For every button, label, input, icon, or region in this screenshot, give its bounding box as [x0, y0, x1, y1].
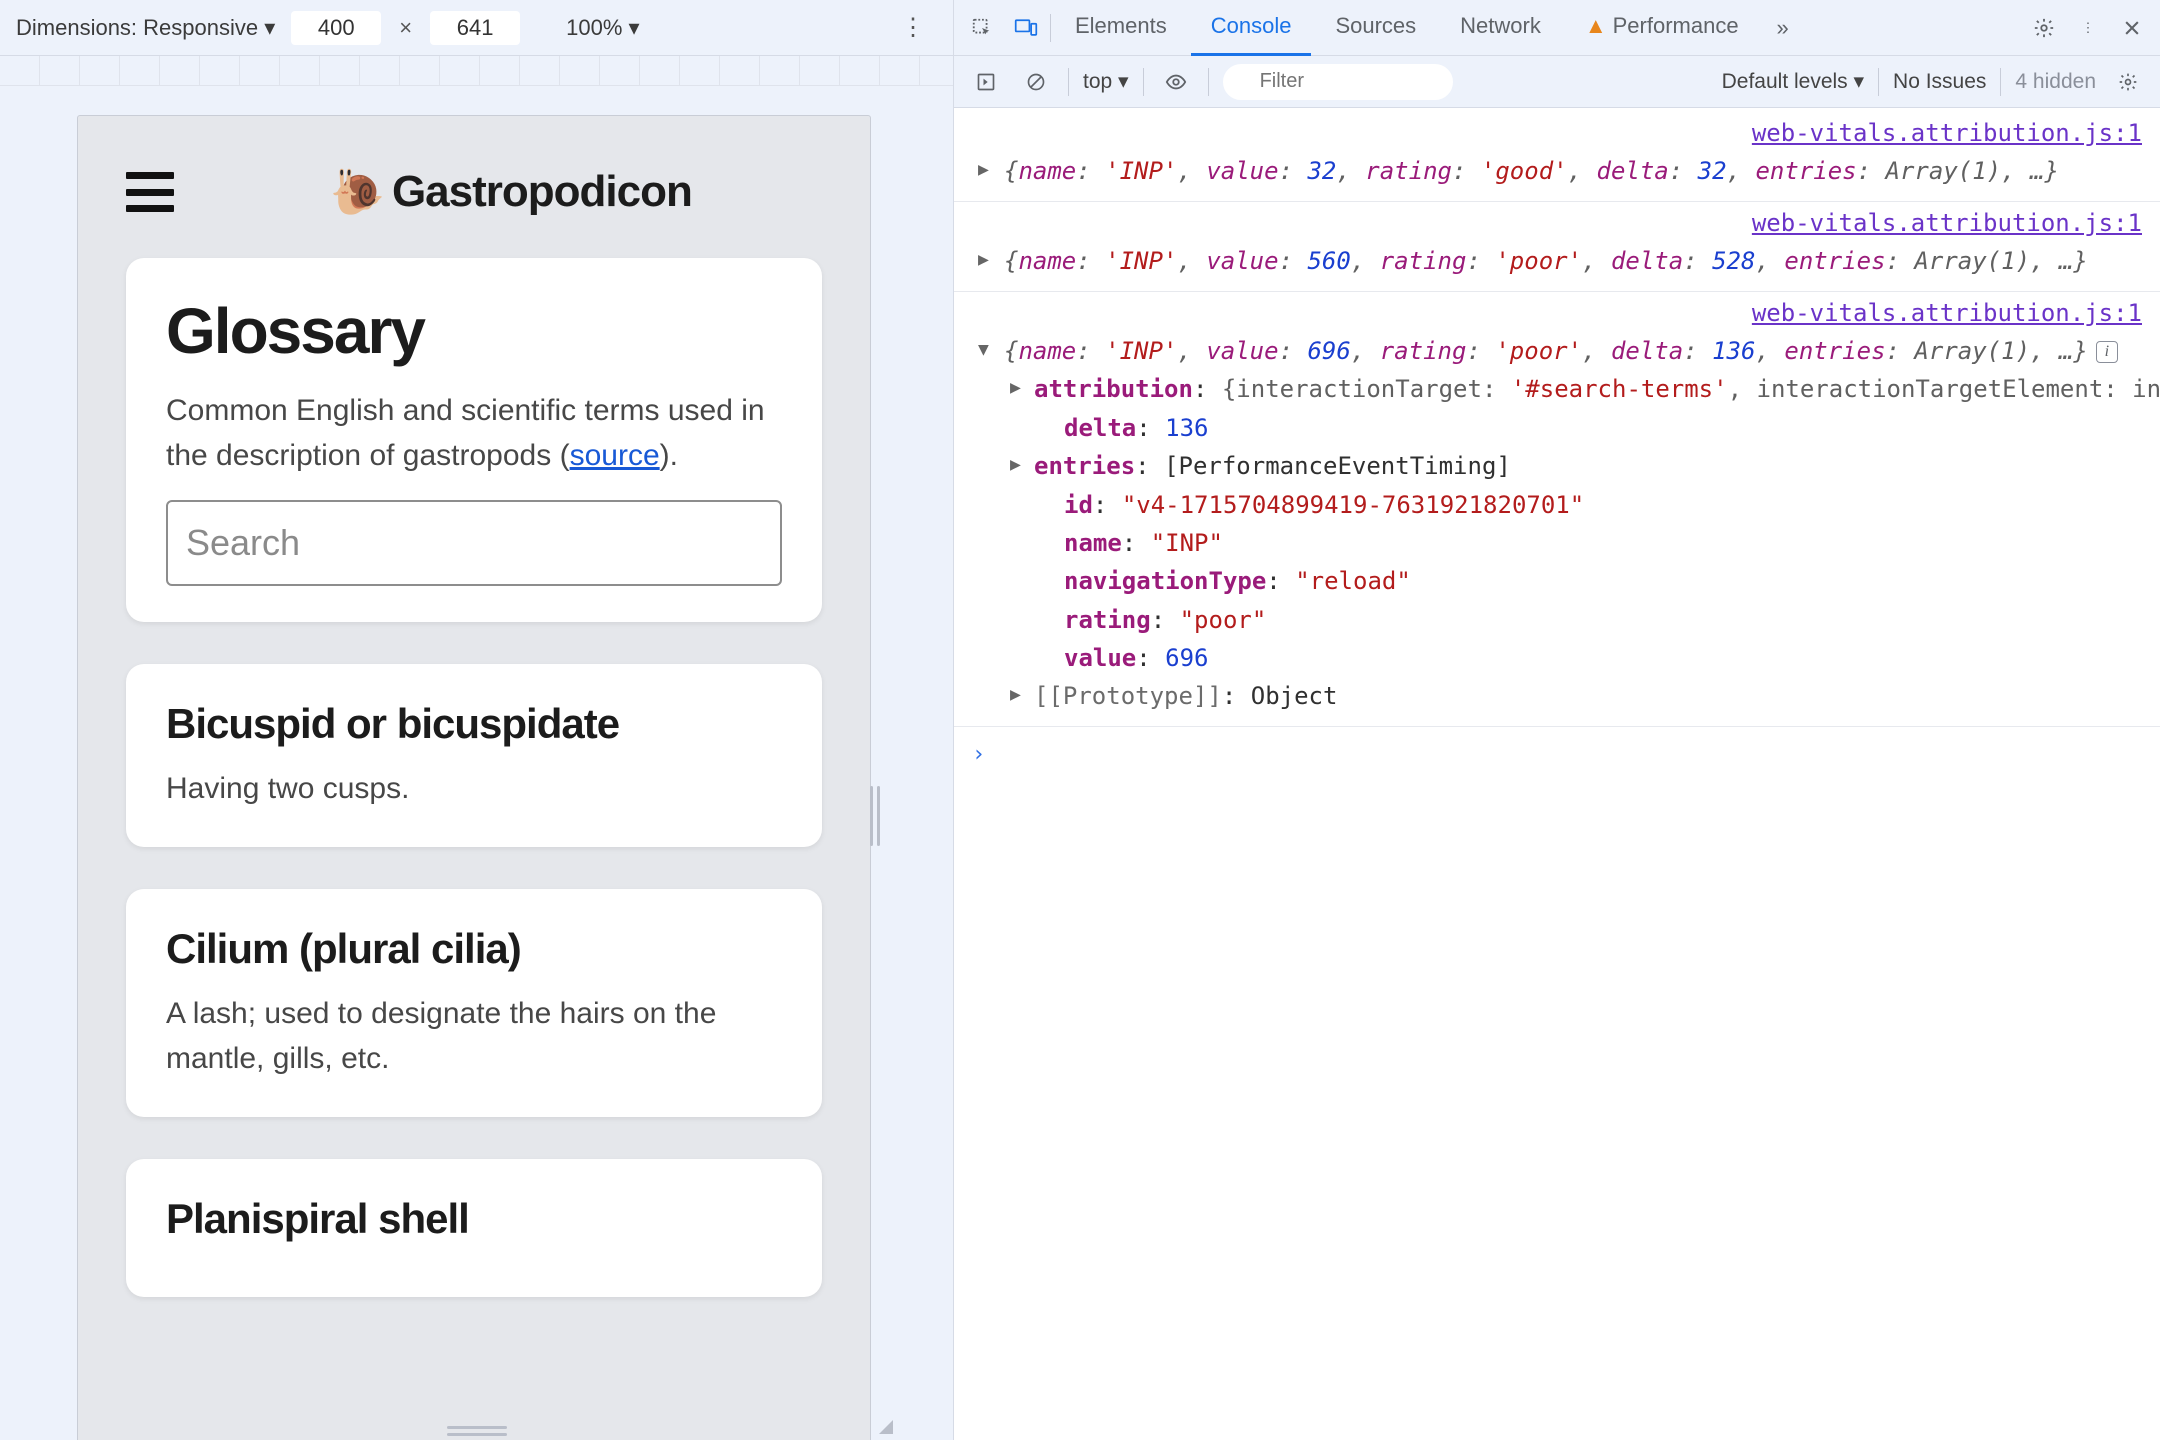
log-levels-dropdown[interactable]: Default levels ▾: [1722, 69, 1864, 94]
search-input[interactable]: [166, 500, 782, 586]
term-definition: Having two cusps.: [166, 766, 782, 811]
snail-icon: 🐌: [330, 166, 384, 218]
glossary-description: Common English and scientific terms used…: [166, 388, 782, 478]
console-toolbar: top ▾ Default levels ▾ No Issues 4 hid: [954, 56, 2160, 108]
console-log: web-vitals.attribution.js:1 {name: 'INP'…: [954, 202, 2160, 292]
tab-performance[interactable]: ▲Performance: [1565, 0, 1759, 56]
close-devtools-icon[interactable]: [2112, 8, 2152, 48]
dims-separator: ×: [399, 15, 412, 41]
zoom-dropdown[interactable]: 100% ▾: [566, 15, 639, 41]
ruler-horizontal: [0, 56, 953, 86]
resize-handle-corner[interactable]: [865, 1406, 893, 1434]
device-viewport-pane: 🐌 Gastropodicon Glossary Common English …: [0, 56, 953, 1440]
devtools-tabs: Elements Console Sources Network ▲Perfor…: [953, 0, 2160, 55]
term-heading: Bicuspid or bicuspidate: [166, 700, 782, 748]
more-tabs-icon[interactable]: »: [1763, 8, 1803, 48]
console-prompt[interactable]: ›: [954, 727, 2160, 782]
device-toolbar-menu[interactable]: ⋮: [889, 13, 937, 42]
inspect-icon[interactable]: [962, 8, 1002, 48]
resize-handle-bottom[interactable]: [437, 1426, 517, 1436]
devtools-panel: top ▾ Default levels ▾ No Issues 4 hid: [953, 56, 2160, 1440]
glossary-entry: Bicuspid or bicuspidate Having two cusps…: [126, 664, 822, 847]
info-icon[interactable]: i: [2096, 341, 2118, 363]
source-link[interactable]: web-vitals.attribution.js:1: [954, 204, 2160, 242]
expand-caret-icon[interactable]: [978, 246, 989, 275]
source-link[interactable]: web-vitals.attribution.js:1: [954, 294, 2160, 332]
device-width-input[interactable]: [291, 11, 381, 45]
tab-network[interactable]: Network: [1440, 0, 1561, 56]
live-expression-icon[interactable]: [1158, 64, 1194, 100]
resize-handle-right[interactable]: [867, 776, 883, 856]
collapse-caret-icon[interactable]: [978, 336, 989, 365]
source-link[interactable]: source: [570, 439, 660, 472]
filter-input[interactable]: [1223, 64, 1453, 100]
device-toolbar: Dimensions: Responsive ▾ × 100% ▾ ⋮: [0, 0, 953, 55]
device-height-input[interactable]: [430, 11, 520, 45]
console-body: web-vitals.attribution.js:1 {name: 'INP'…: [954, 108, 2160, 1440]
settings-icon[interactable]: [2024, 8, 2064, 48]
app-title: 🐌 Gastropodicon: [200, 166, 822, 218]
context-dropdown[interactable]: top ▾: [1083, 69, 1129, 94]
dimensions-dropdown[interactable]: Dimensions: Responsive ▾: [16, 15, 275, 41]
page-title: Glossary: [166, 294, 782, 368]
console-settings-icon[interactable]: [2110, 64, 2146, 100]
term-definition: A lash; used to designate the hairs on t…: [166, 991, 782, 1081]
warning-icon: ▲: [1585, 13, 1607, 39]
tab-console[interactable]: Console: [1191, 0, 1312, 56]
glossary-entry: Planispiral shell: [126, 1159, 822, 1297]
expand-caret-icon[interactable]: [1010, 451, 1021, 480]
term-heading: Planispiral shell: [166, 1195, 782, 1243]
source-link[interactable]: web-vitals.attribution.js:1: [954, 114, 2160, 152]
expand-caret-icon[interactable]: [1010, 681, 1021, 710]
device-frame: 🐌 Gastropodicon Glossary Common English …: [78, 116, 870, 1440]
console-log: web-vitals.attribution.js:1 {name: 'INP'…: [954, 112, 2160, 202]
toggle-drawer-icon[interactable]: [968, 64, 1004, 100]
expand-caret-icon[interactable]: [978, 156, 989, 185]
console-log-expanded: web-vitals.attribution.js:1 {name: 'INP'…: [954, 292, 2160, 727]
glossary-card: Glossary Common English and scientific t…: [126, 258, 822, 622]
devtools-menu-icon[interactable]: ⋮: [2068, 8, 2108, 48]
expand-caret-icon[interactable]: [1010, 374, 1021, 403]
menu-icon[interactable]: [126, 172, 174, 212]
term-heading: Cilium (plural cilia): [166, 925, 782, 973]
clear-console-icon[interactable]: [1018, 64, 1054, 100]
hidden-count: 4 hidden: [2015, 70, 2096, 94]
tab-elements[interactable]: Elements: [1055, 0, 1187, 56]
glossary-entry: Cilium (plural cilia) A lash; used to de…: [126, 889, 822, 1117]
tab-sources[interactable]: Sources: [1315, 0, 1436, 56]
device-mode-icon[interactable]: [1006, 8, 1046, 48]
issues-link[interactable]: No Issues: [1893, 70, 1986, 94]
